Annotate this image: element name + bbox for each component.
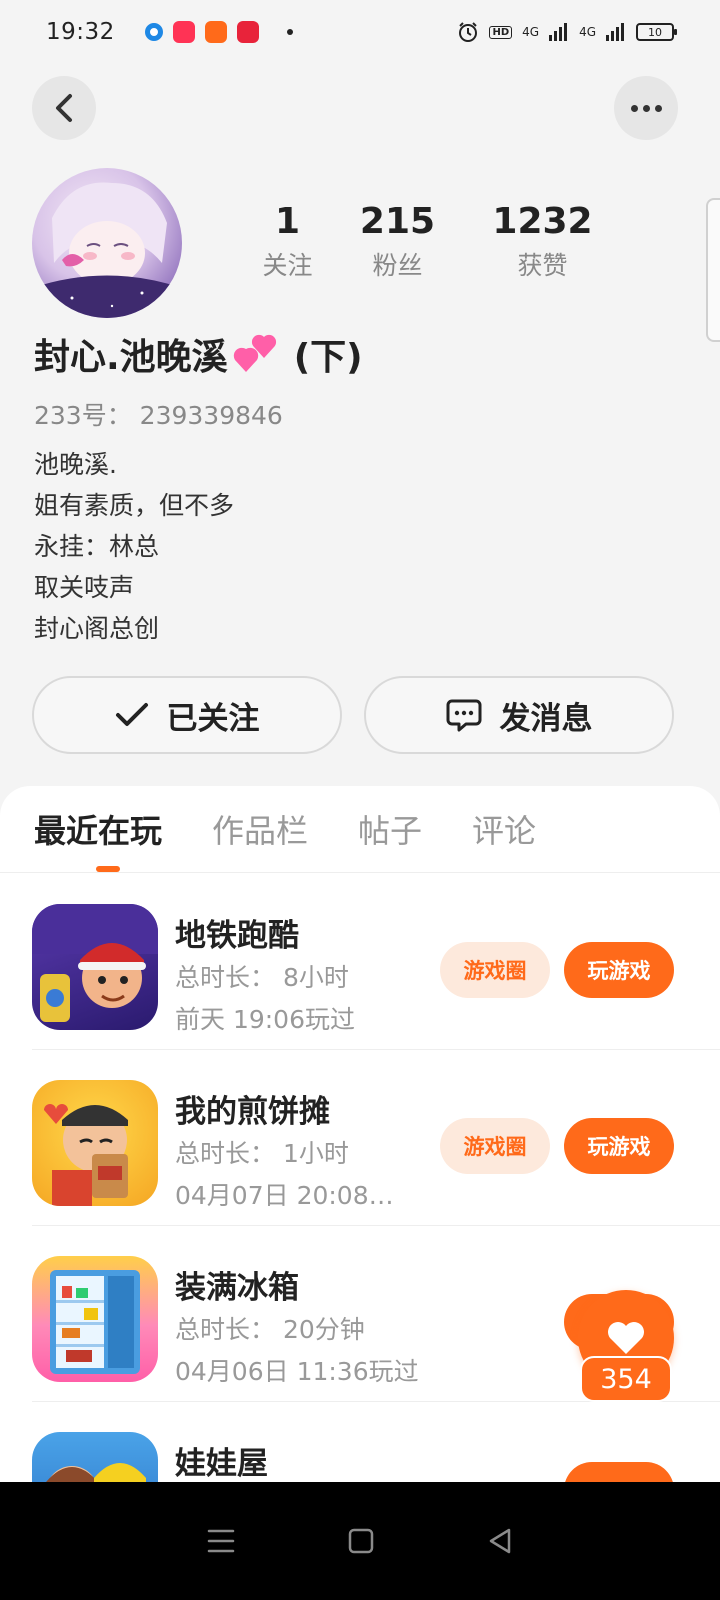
system-navigation-bar bbox=[0, 1482, 720, 1600]
followers-stat[interactable]: 215 粉丝 bbox=[325, 200, 470, 282]
network-type-1: 4G bbox=[522, 25, 540, 39]
followers-label: 粉丝 bbox=[372, 251, 423, 280]
avatar-illustration bbox=[32, 182, 182, 318]
tab-works[interactable]: 作品栏 bbox=[212, 806, 308, 852]
following-label: 关注 bbox=[262, 251, 313, 280]
pancake-stall-game-icon bbox=[32, 1080, 158, 1206]
profile-name-row: 封心.池晚溪 (下) bbox=[34, 328, 363, 380]
more-options-button[interactable] bbox=[614, 76, 678, 140]
profile-tabs: 最近在玩 作品栏 帖子 评论 bbox=[34, 806, 536, 852]
profile-name: 封心.池晚溪 bbox=[34, 337, 228, 378]
status-indicators: HD 4G 4G 10 bbox=[457, 21, 677, 43]
signal-icon bbox=[549, 23, 568, 41]
game-circle-button[interactable]: 游戏圈 bbox=[440, 942, 550, 998]
signal-icon-2 bbox=[606, 23, 624, 41]
browser-app-icon bbox=[144, 23, 163, 41]
two-hearts-icon bbox=[232, 332, 278, 376]
like-count-badge: 354 bbox=[580, 1356, 672, 1402]
status-bar: 19:32 HD 4G 4G 10 bbox=[0, 0, 720, 64]
game-title: 我的煎饼摊 bbox=[175, 1094, 330, 1130]
following-count: 1 bbox=[274, 201, 301, 242]
profile-name-suffix: (下) bbox=[293, 337, 363, 378]
menu-icon[interactable] bbox=[207, 1528, 235, 1554]
chat-bubble-icon bbox=[446, 699, 481, 732]
game-title: 装满冰箱 bbox=[175, 1270, 299, 1306]
bio-line: 永挂：林总 bbox=[34, 532, 160, 561]
game-title: 娃娃屋 bbox=[175, 1446, 268, 1482]
following-button-label: 已关注 bbox=[166, 700, 260, 737]
send-message-button[interactable]: 发消息 bbox=[364, 676, 674, 754]
avatar[interactable] bbox=[32, 168, 182, 318]
play-game-button[interactable]: 玩游戏 bbox=[564, 1118, 674, 1174]
tab-comments[interactable]: 评论 bbox=[472, 806, 536, 852]
back-button[interactable] bbox=[32, 76, 96, 140]
network-type-2: 4G bbox=[579, 25, 596, 39]
play-game-button[interactable]: 玩游戏 bbox=[564, 942, 674, 998]
tabs-divider bbox=[0, 872, 720, 873]
status-time: 19:32 bbox=[46, 19, 115, 45]
profile-bio: 池晚溪. 姐有素质，但不多 永挂：林总 取关吱声 封心阁总创 bbox=[34, 444, 234, 649]
game-duration: 总时长： 8小时 bbox=[175, 963, 349, 992]
profile-stats: 1 关注 215 粉丝 1232 获赞 bbox=[250, 200, 660, 282]
more-dots-icon bbox=[630, 104, 662, 112]
game-duration: 总时长： 1小时 bbox=[175, 1139, 349, 1168]
back-triangle-icon[interactable] bbox=[487, 1527, 513, 1555]
mall-app-icon bbox=[236, 21, 259, 43]
game-last-played: 04月07日 20:08… bbox=[175, 1181, 394, 1210]
game-duration: 总时长： 20分钟 bbox=[175, 1315, 365, 1344]
game-title: 地铁跑酷 bbox=[175, 918, 299, 954]
likes-stat[interactable]: 1232 获赞 bbox=[470, 200, 615, 282]
game-last-played: 04月06日 11:36玩过 bbox=[175, 1357, 419, 1386]
tab-posts[interactable]: 帖子 bbox=[358, 806, 422, 852]
followers-count: 215 bbox=[359, 201, 436, 242]
bio-line: 取关吱声 bbox=[34, 573, 135, 602]
likes-count: 1232 bbox=[492, 201, 593, 242]
fridge-game-icon bbox=[32, 1256, 158, 1382]
subway-surfers-game-icon bbox=[32, 904, 158, 1030]
send-message-label: 发消息 bbox=[499, 700, 593, 737]
side-drawer-handle[interactable] bbox=[706, 198, 720, 342]
battery-icon: 10 bbox=[636, 23, 677, 41]
bio-line: 池晚溪. bbox=[34, 450, 117, 479]
hd-badge: HD bbox=[489, 25, 513, 39]
battery-level: 10 bbox=[648, 25, 662, 39]
likes-label: 获赞 bbox=[517, 251, 568, 280]
heart-icon bbox=[608, 1322, 644, 1354]
following-stat[interactable]: 1 关注 bbox=[250, 200, 325, 282]
video-app-icon bbox=[172, 21, 195, 43]
tab-recently-played[interactable]: 最近在玩 bbox=[34, 806, 162, 852]
bio-line: 姐有素质，但不多 bbox=[34, 491, 235, 520]
alarm-icon bbox=[459, 22, 478, 42]
game-app-icon bbox=[204, 21, 227, 43]
checkmark-icon bbox=[115, 703, 148, 726]
list-item[interactable]: 我的煎饼摊 总时长： 1小时 04月07日 20:08… 游戏圈 玩游戏 bbox=[32, 1050, 720, 1226]
bio-line: 封心阁总创 bbox=[34, 614, 160, 643]
user-id[interactable]: 233号： 239339846 bbox=[34, 396, 283, 432]
game-last-played: 前天 19:06玩过 bbox=[175, 1005, 355, 1034]
following-button[interactable]: 已关注 bbox=[32, 676, 342, 754]
list-item[interactable]: 地铁跑酷 总时长： 8小时 前天 19:06玩过 游戏圈 玩游戏 bbox=[32, 874, 720, 1050]
chevron-left-icon bbox=[56, 94, 72, 122]
notification-icons bbox=[144, 21, 293, 43]
home-icon[interactable] bbox=[348, 1528, 374, 1554]
more-notifications-dot bbox=[286, 29, 293, 35]
game-circle-button[interactable]: 游戏圈 bbox=[440, 1118, 550, 1174]
